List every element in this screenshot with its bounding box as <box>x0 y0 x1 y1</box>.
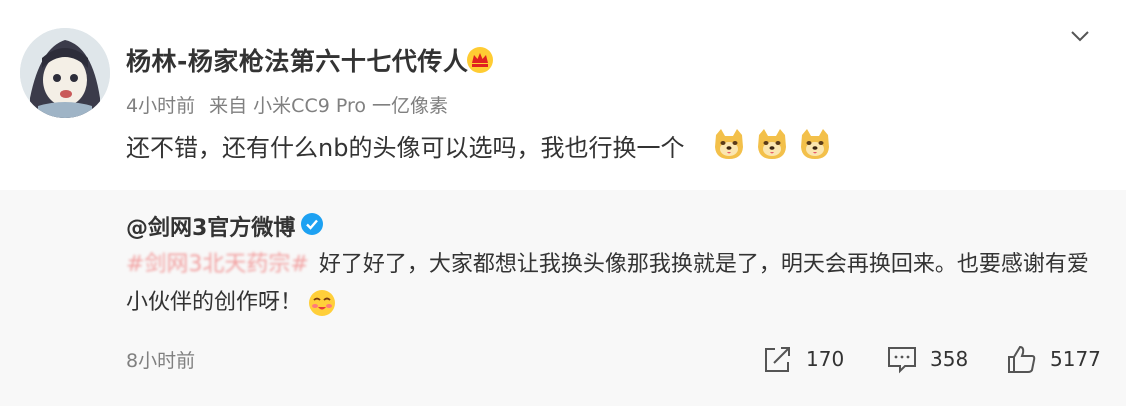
weibo-post: 杨林-杨家枪法第六十七代传人 4小时前 来自 小米CC9 Pro 一亿像素 还不… <box>0 0 1126 190</box>
thumbs-up-icon <box>1008 345 1036 373</box>
avatar[interactable] <box>20 28 110 118</box>
doge-icon <box>715 129 743 159</box>
verified-badge-icon <box>301 213 323 235</box>
like-count: 5177 <box>1050 347 1101 371</box>
avatar-illustration <box>20 28 110 118</box>
crown-badge-icon[interactable] <box>466 46 494 74</box>
repost-footer: 8小时前 170 358 5177 <box>126 344 1106 374</box>
post-meta: 4小时前 来自 小米CC9 Pro 一亿像素 <box>126 91 456 118</box>
blush-emoji-icon <box>309 290 336 316</box>
repost-text-container: #剑网3北天药宗# 好了好了，大家都想让我换头像那我换就是了，明天会再换回来。也要… <box>126 246 1096 322</box>
topic-link[interactable]: #剑网3北天药宗# <box>126 252 309 277</box>
repost-count: 170 <box>806 347 845 371</box>
post-time[interactable]: 4小时前 <box>126 95 195 117</box>
share-icon <box>765 347 790 372</box>
comment-count: 358 <box>930 347 969 371</box>
post-username[interactable]: 杨林-杨家枪法第六十七代传人 <box>126 42 468 78</box>
comment-icon <box>888 347 916 374</box>
doge-icon <box>758 129 787 159</box>
emoji-row <box>712 127 836 161</box>
repost-username[interactable]: @剑网3官方微博 <box>126 210 295 242</box>
chevron-down-icon[interactable] <box>1068 24 1092 48</box>
post-source: 来自 小米CC9 Pro 一亿像素 <box>209 95 449 117</box>
repost-time[interactable]: 8小时前 <box>126 346 195 373</box>
like-button[interactable]: 5177 <box>1006 344 1101 374</box>
comment-button[interactable]: 358 <box>886 344 968 374</box>
repost-button[interactable]: 170 <box>762 344 844 374</box>
doge-icon <box>801 129 830 159</box>
reposted-content: @剑网3官方微博 #剑网3北天药宗# 好了好了，大家都想让我换头像那我换就是了，明… <box>0 190 1126 406</box>
post-text: 还不错，还有什么nb的头像可以选吗，我也行换一个 <box>126 134 685 162</box>
